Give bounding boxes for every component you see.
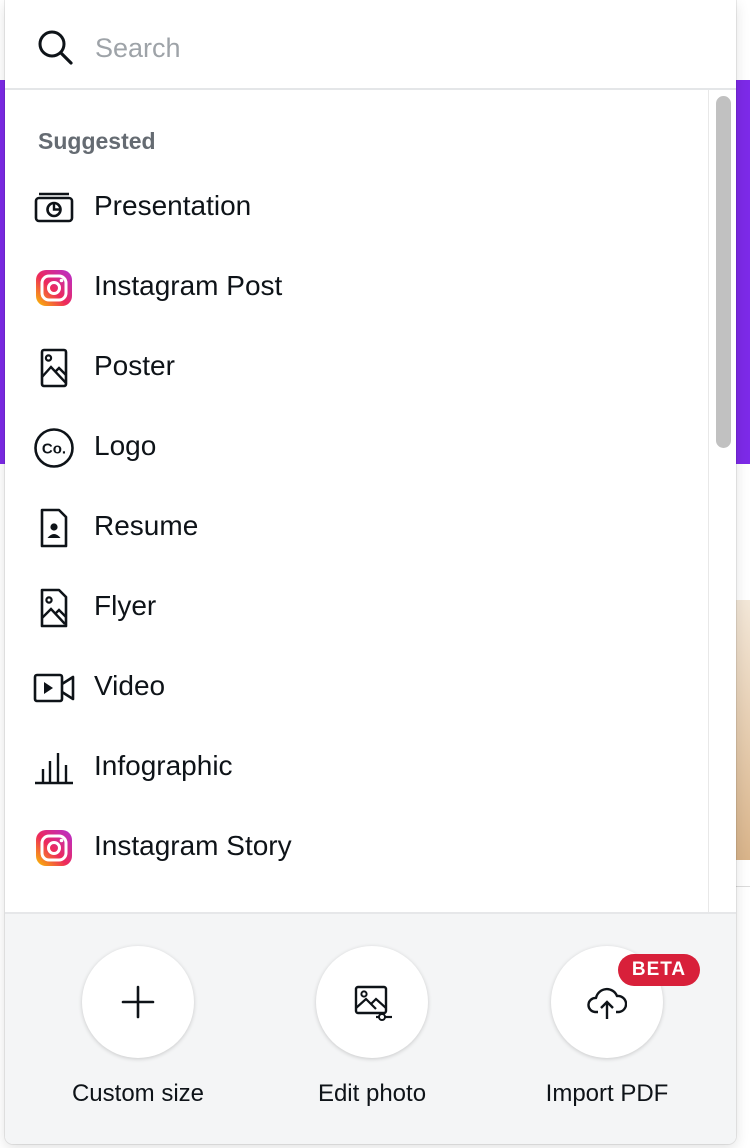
poster-icon (40, 348, 68, 388)
menu-item-label: Resume (94, 510, 199, 541)
edit-photo-action[interactable]: Edit photo (272, 914, 472, 1144)
scrollbar-thumb[interactable] (716, 96, 731, 448)
quick-actions-footer: Custom size Edit photo Import PDF (5, 912, 736, 1144)
menu-item-poster[interactable]: Poster (5, 328, 708, 408)
custom-size-button[interactable] (82, 946, 194, 1058)
menu-item-label: Poster (94, 350, 175, 381)
menu-item-video[interactable]: Video (5, 648, 708, 728)
search-input[interactable] (93, 22, 697, 74)
plus-icon (121, 985, 155, 1019)
menu-item-label: Flyer (94, 590, 157, 621)
background-thumbnail (736, 600, 750, 860)
custom-size-action[interactable]: Custom size (38, 914, 238, 1144)
menu-item-label: Logo (94, 430, 157, 461)
instagram-icon (36, 270, 72, 306)
instagram-icon (36, 830, 72, 866)
resume-icon (40, 508, 68, 548)
custom-size-label: Custom size (71, 1080, 205, 1107)
video-icon (33, 673, 75, 703)
menu-item-instagram-post[interactable]: Instagram Post (5, 248, 708, 328)
logo-icon: Co. (34, 428, 74, 468)
search-bar (5, 0, 736, 90)
menu-item-label: Instagram Post (94, 270, 283, 301)
import-pdf-label: Import PDF (545, 1080, 669, 1107)
menu-item-flyer[interactable]: Flyer (5, 568, 708, 648)
cloud-upload-icon (587, 987, 627, 1019)
menu-item-presentation[interactable]: Presentation (5, 168, 708, 248)
flyer-icon (40, 588, 68, 628)
menu-item-logo[interactable]: Co. Logo (5, 408, 708, 488)
import-pdf-action[interactable]: Import PDF (507, 914, 707, 1144)
section-heading-suggested: Suggested (38, 128, 156, 154)
suggested-list: Suggested Presentation Instagram Post Po… (5, 90, 708, 912)
edit-photo-button[interactable] (316, 946, 428, 1058)
menu-item-label: Video (94, 670, 166, 701)
svg-text:Co.: Co. (42, 441, 66, 458)
menu-item-instagram-story[interactable]: Instagram Story (5, 808, 708, 888)
infographic-icon (35, 753, 73, 785)
edit-photo-icon (354, 985, 392, 1021)
beta-badge: BETA (618, 954, 700, 986)
presentation-icon (34, 192, 74, 223)
menu-item-resume[interactable]: Resume (5, 488, 708, 568)
menu-item-label: Instagram Story (94, 830, 292, 861)
search-icon (38, 30, 73, 65)
list-scrollbar[interactable] (708, 90, 736, 912)
menu-item-label: Presentation (94, 190, 252, 221)
menu-item-label: Infographic (94, 750, 233, 781)
edit-photo-label: Edit photo (317, 1080, 427, 1107)
background-divider (736, 886, 750, 887)
menu-item-infographic[interactable]: Infographic (5, 728, 708, 808)
